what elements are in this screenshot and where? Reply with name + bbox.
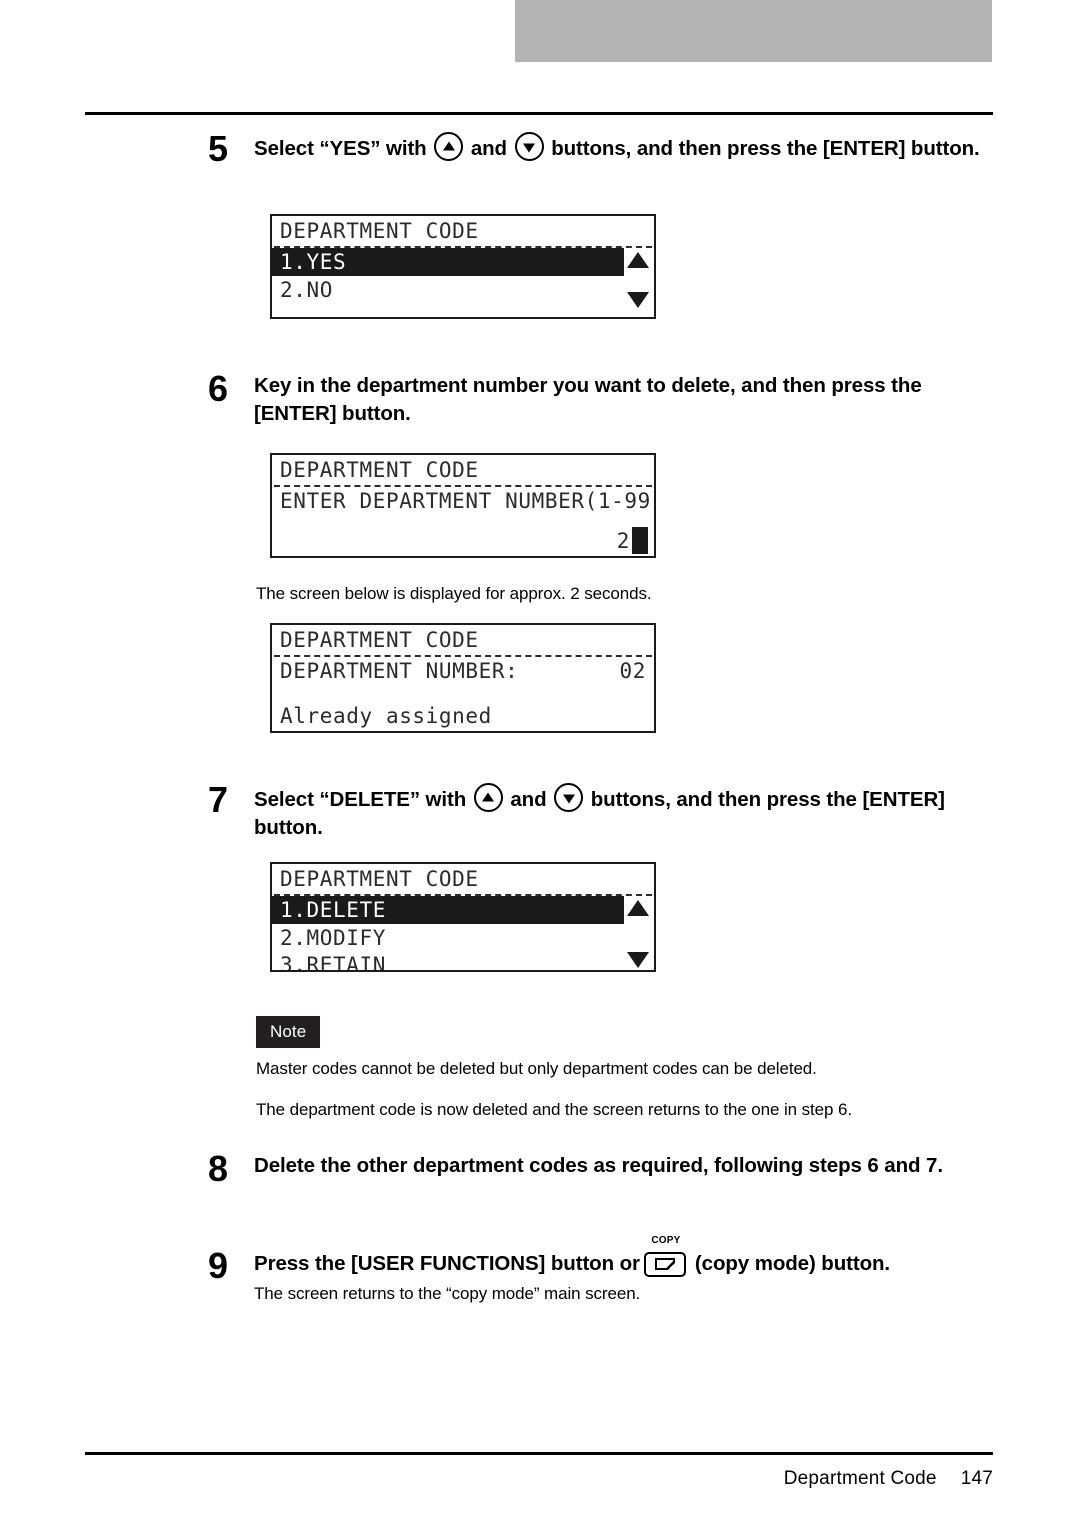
header-rule [85,112,993,115]
note-line-2: The department code is now deleted and t… [256,1100,852,1119]
lcd-screen-yes-no: DEPARTMENT CODE 1.YES 2.NO [270,214,656,319]
step-5-title-part-c: buttons, and then press the [ENTER] butt… [551,137,980,160]
footer-page-number: 147 [960,1468,993,1489]
scroll-up-arrow-icon[interactable] [627,252,649,268]
scroll-down-arrow-icon[interactable] [627,952,649,968]
step-5-title-part-b: and [470,137,507,160]
step-8-number: 8 [208,1148,229,1189]
text-cursor [632,527,648,554]
lcd1-selected-row[interactable]: 1.YES [272,248,624,276]
lcd3-message: Already assigned [280,704,492,728]
step-7: 7 Select “DELETE” with and buttons, and … [208,779,998,842]
step-7-title-part-b: and [510,788,547,811]
manual-page: 5 Select “YES” with and buttons, and the… [0,0,1080,1526]
copy-mode-button-icon[interactable]: COPY [643,1236,690,1277]
lcd-screen-enter-number: DEPARTMENT CODE ENTER DEPARTMENT NUMBER(… [270,453,656,558]
step-6-number: 6 [208,368,229,409]
lcd2-separator [274,485,652,487]
lcd-screen-delete-modify-retain: DEPARTMENT CODE 1.DELETE 2.MODIFY 3.RETA… [270,862,656,972]
step-6-after-text: The screen below is displayed for approx… [256,584,652,603]
page-tab-marker [515,0,992,62]
lcd3-label: DEPARTMENT NUMBER: [280,659,519,683]
lcd4-selected-row[interactable]: 1.DELETE [272,896,624,924]
lcd1-item-1: 1.YES [280,250,347,274]
page-footer: Department Code 147 [85,1468,993,1490]
step-9-sub: The screen returns to the “copy mode” ma… [254,1284,641,1303]
step-9-title-part-a: Press the [USER FUNCTIONS] button or [254,1252,640,1275]
step-6: 6 Key in the department number you want … [208,368,998,428]
document-sheet-icon [654,1258,675,1270]
lcd4-title: DEPARTMENT CODE [280,867,479,891]
step-8-title: Delete the other department codes as req… [254,1154,943,1177]
step-9-title: Press the [USER FUNCTIONS] button or COPY… [254,1236,998,1278]
up-arrow-button-icon[interactable] [473,783,503,812]
down-arrow-button-icon[interactable] [554,783,584,812]
scroll-up-arrow-icon[interactable] [627,900,649,916]
lcd3-value: 02 [619,659,646,683]
footer-rule [85,1452,993,1455]
step-5-title: Select “YES” with and buttons, and then … [254,132,998,163]
lcd1-title: DEPARTMENT CODE [280,219,479,243]
lcd4-item-3[interactable]: 3.RETAIN [280,952,386,970]
note-line-1: Master codes cannot be deleted but only … [256,1059,817,1078]
step-6-title: Key in the department number you want to… [254,374,922,425]
lcd-screen-already-assigned: DEPARTMENT CODE DEPARTMENT NUMBER: 02 Al… [270,623,656,733]
step-7-number: 7 [208,779,229,820]
step-7-title-part-a: Select “DELETE” with [254,788,467,811]
lcd3-title: DEPARTMENT CODE [280,628,479,652]
footer-section-title: Department Code [783,1468,937,1489]
step-7-title: Select “DELETE” with and buttons, and th… [254,783,974,842]
step-8: 8 Delete the other department codes as r… [208,1151,998,1187]
lcd2-prompt: ENTER DEPARTMENT NUMBER(1-99): [280,489,656,513]
step-9-title-part-b: (copy mode) button. [694,1252,891,1275]
step-5: 5 Select “YES” with and buttons, and the… [208,128,998,169]
lcd4-item-1: 1.DELETE [280,898,386,922]
lcd2-value[interactable]: 2 [617,528,630,554]
lcd4-item-2[interactable]: 2.MODIFY [280,925,386,951]
scroll-down-arrow-icon[interactable] [627,292,649,308]
step-9-number: 9 [208,1245,229,1286]
lcd3-separator [274,655,652,657]
step-5-title-part-a: Select “YES” with [254,137,427,160]
copy-key-label: COPY [651,1235,681,1246]
step-5-number: 5 [208,128,229,169]
lcd1-item-2[interactable]: 2.NO [280,277,333,303]
down-arrow-button-icon[interactable] [514,132,544,161]
note-badge: Note [256,1016,321,1048]
step-9: 9 Press the [USER FUNCTIONS] button or CO… [208,1236,998,1306]
lcd2-title: DEPARTMENT CODE [280,458,479,482]
up-arrow-button-icon[interactable] [434,132,464,161]
